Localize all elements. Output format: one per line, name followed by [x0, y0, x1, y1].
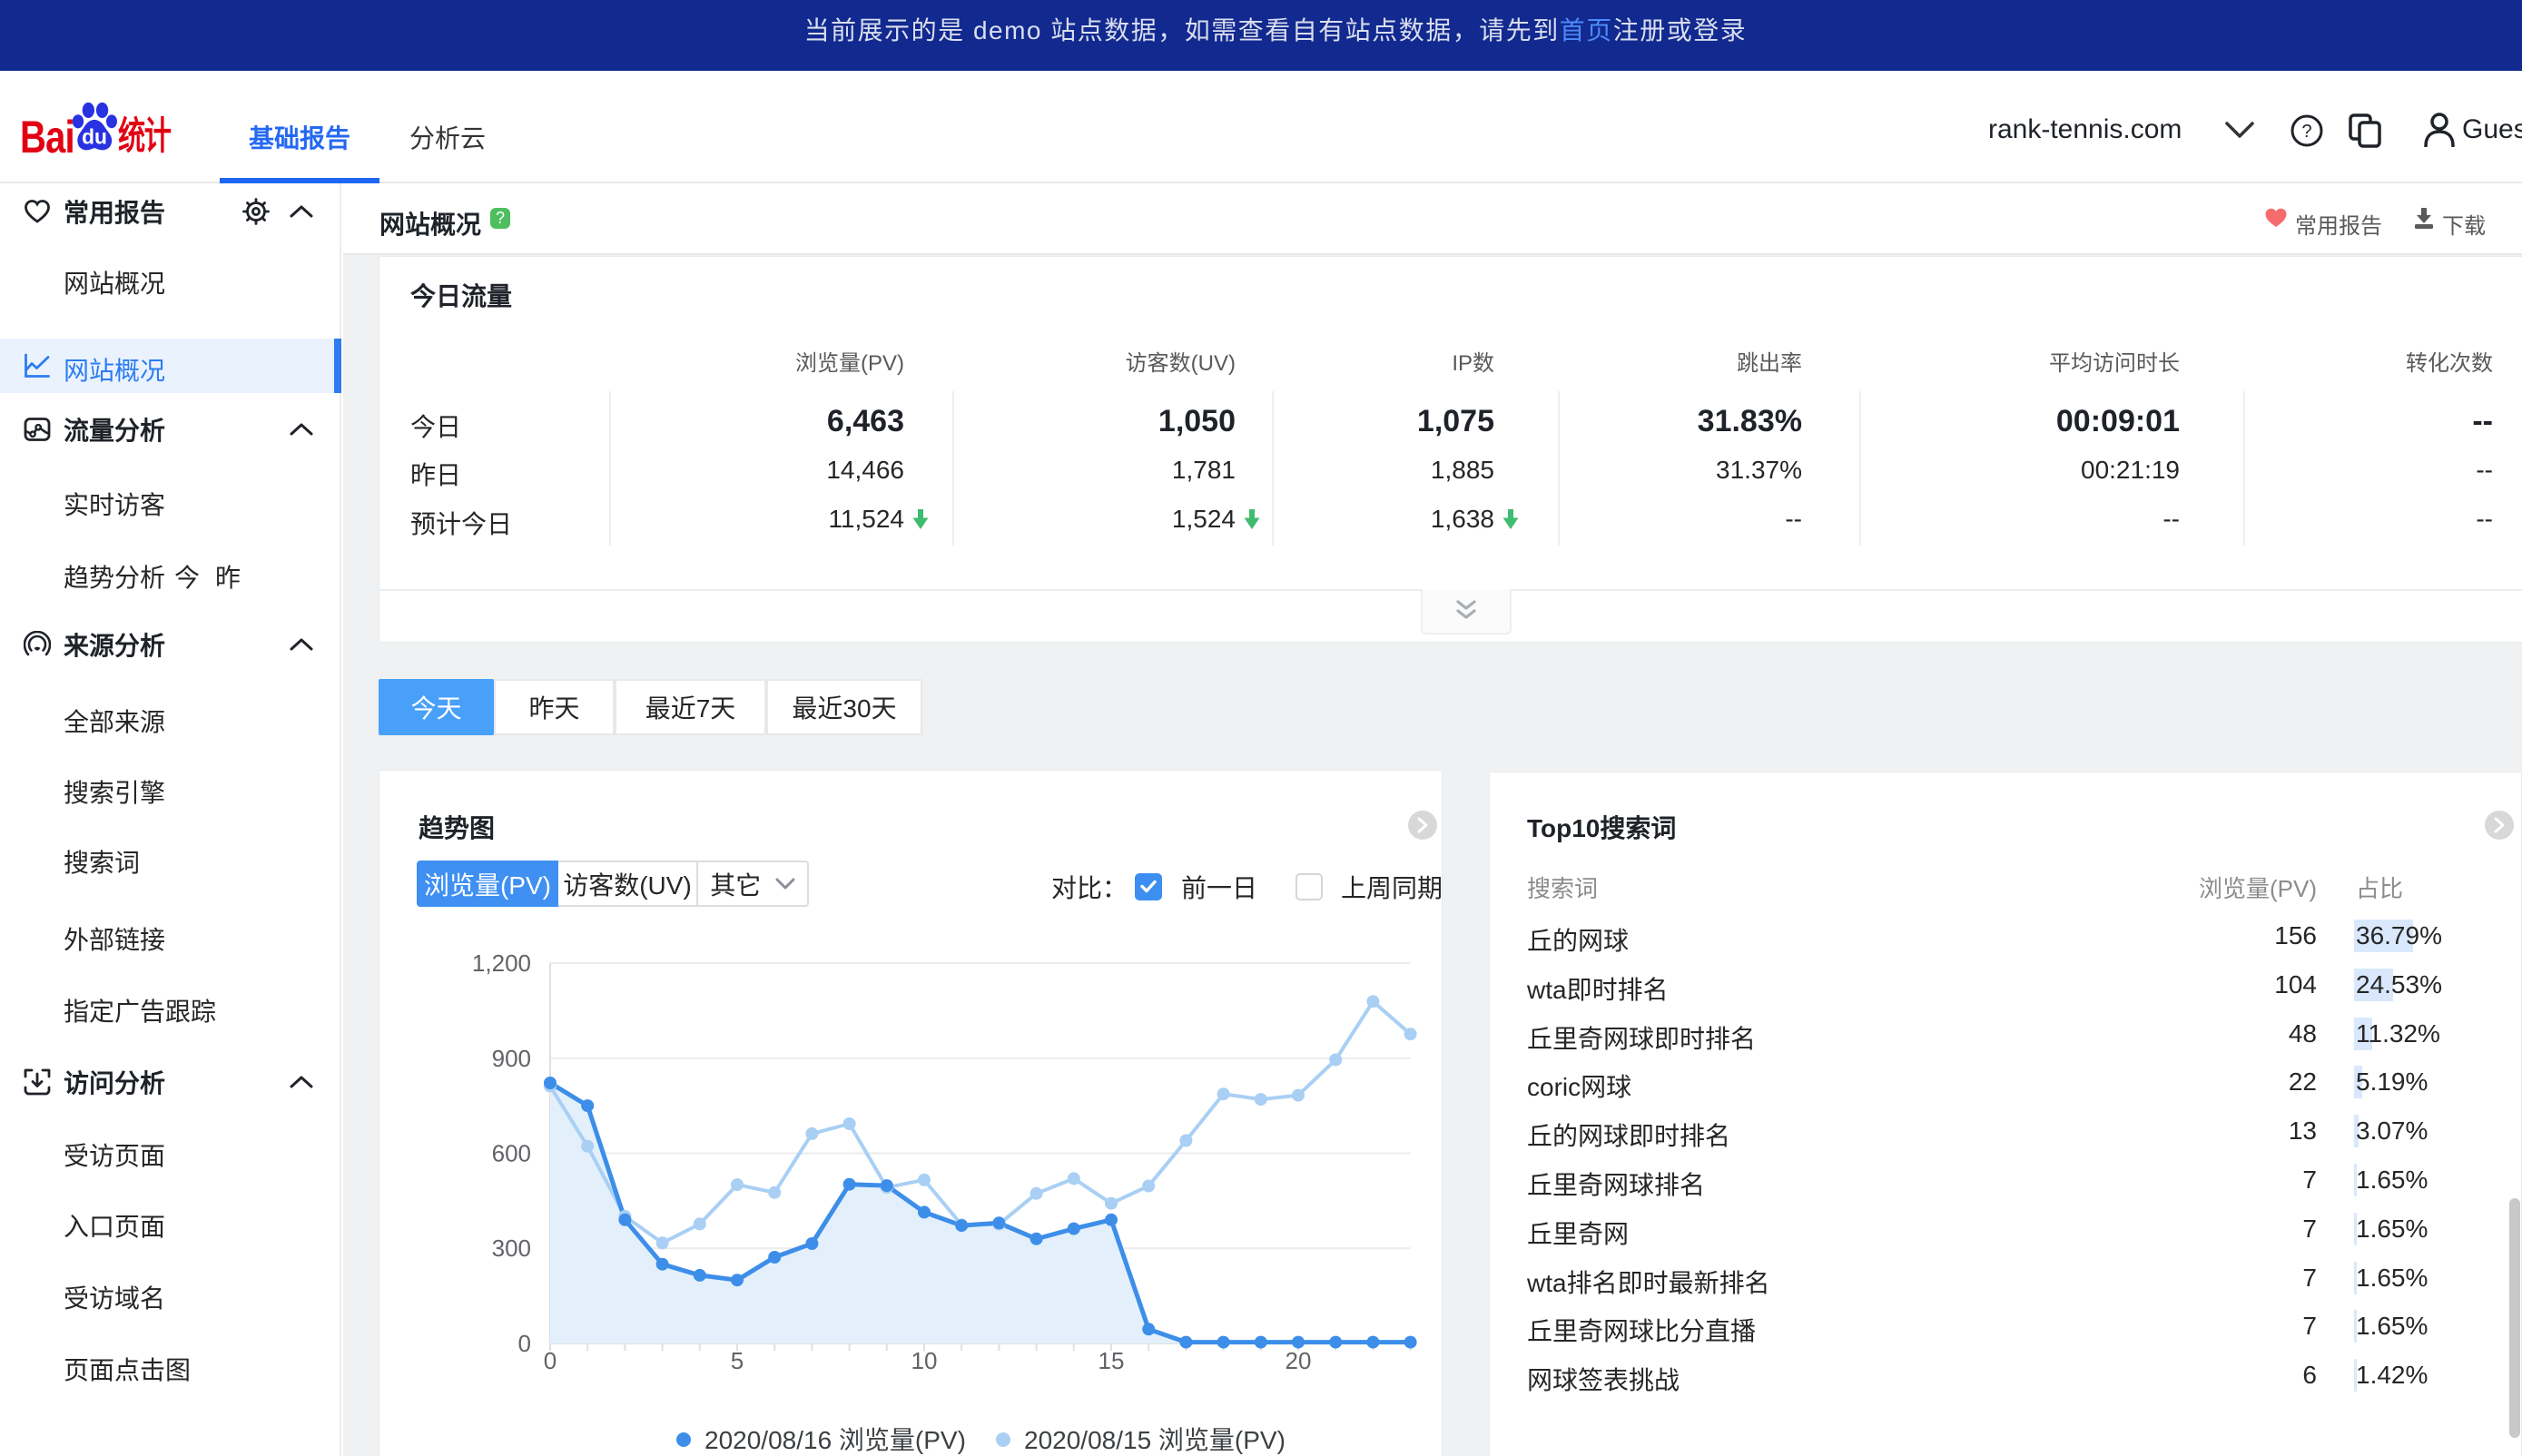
svg-text:1,200: 1,200	[472, 949, 531, 977]
svg-text:2020/08/15 浏览量(PV): 2020/08/15 浏览量(PV)	[1024, 1426, 1286, 1454]
svg-text:15: 15	[1098, 1347, 1125, 1374]
svg-text:du: du	[82, 125, 107, 149]
svg-text:2020/08/16 浏览量(PV): 2020/08/16 浏览量(PV)	[704, 1426, 966, 1454]
svg-text:10: 10	[911, 1347, 938, 1374]
svg-text:600: 600	[492, 1140, 531, 1167]
svg-text:20: 20	[1286, 1347, 1312, 1374]
svg-text:?: ?	[2301, 122, 2311, 142]
svg-text:0: 0	[518, 1330, 531, 1357]
svg-text:5: 5	[731, 1347, 744, 1374]
svg-text:900: 900	[492, 1045, 531, 1072]
svg-text:300: 300	[492, 1235, 531, 1262]
svg-text:0: 0	[544, 1347, 557, 1374]
